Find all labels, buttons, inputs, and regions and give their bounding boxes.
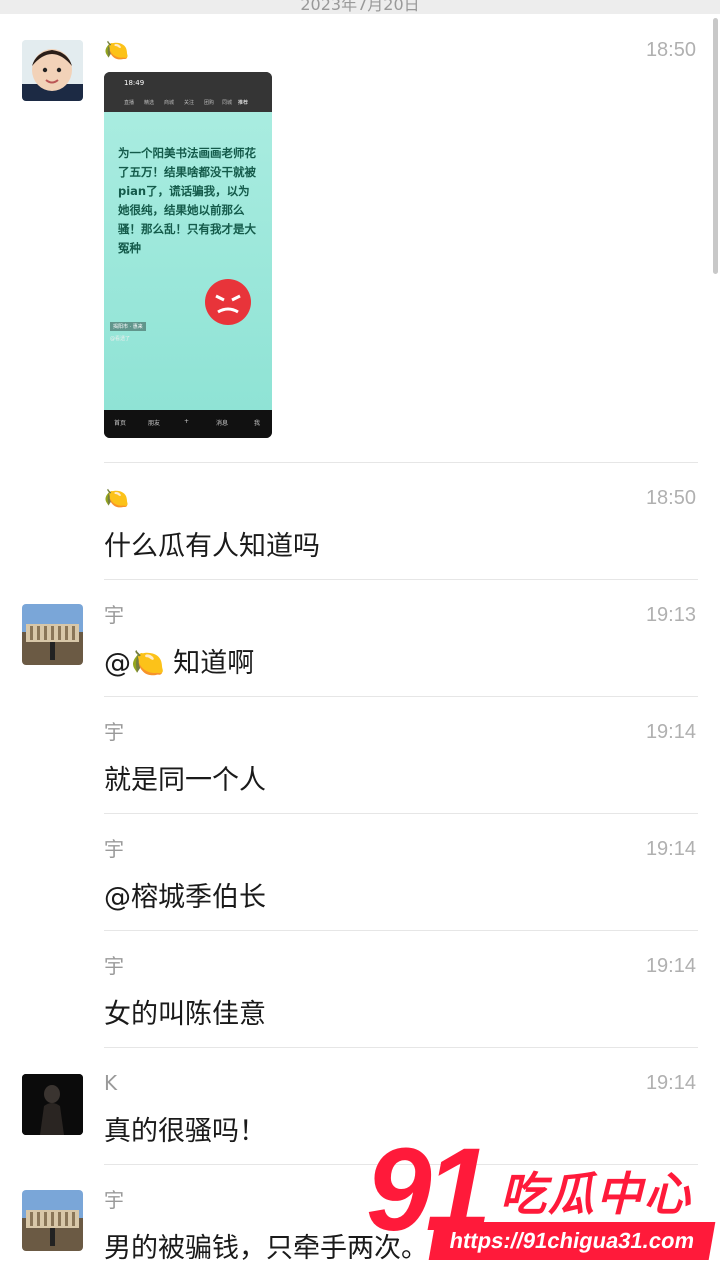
nav-item: + bbox=[184, 418, 190, 425]
message-time: 19:14 bbox=[645, 1072, 696, 1094]
divider bbox=[104, 813, 698, 814]
avatar[interactable] bbox=[22, 40, 83, 101]
chat-message: 🍋 18:50 bbox=[104, 38, 696, 68]
tab: 精选 bbox=[144, 100, 155, 106]
location-tag: 揭阳市 · 惠来 bbox=[110, 322, 146, 331]
chat-message: 宇 19:13 @🍋 知道啊 bbox=[104, 603, 696, 683]
video-caption: @看透了 bbox=[110, 336, 131, 342]
scrollbar[interactable] bbox=[713, 18, 718, 274]
chat-message: 宇 19:14 就是同一个人 bbox=[104, 720, 696, 800]
tab: 直播 bbox=[124, 100, 135, 106]
sender-name: 宇 bbox=[104, 837, 124, 861]
avatar[interactable] bbox=[22, 1074, 83, 1135]
nav-item: 消息 bbox=[216, 420, 229, 427]
video-bottom-nav: 首页 朋友 + 消息 我 bbox=[104, 410, 272, 438]
angry-face-icon bbox=[205, 279, 251, 325]
sender-name: 宇 bbox=[104, 603, 124, 627]
watermark-url: https://91chigua31.com bbox=[428, 1222, 716, 1260]
avatar[interactable] bbox=[22, 604, 83, 665]
watermark-name: 吃瓜中心 bbox=[500, 1167, 692, 1221]
message-time: 19:14 bbox=[645, 721, 696, 743]
video-headline: 为一个阳美书法画画老师花了五万！结果啥都没干就被pian了，谎话骗我，以为她很纯… bbox=[118, 146, 256, 255]
sender-name: 宇 bbox=[104, 720, 124, 744]
nav-item: 朋友 bbox=[148, 420, 161, 427]
message-time: 19:14 bbox=[645, 838, 696, 860]
tab: 团购 bbox=[204, 100, 215, 106]
tab: 同城 bbox=[222, 100, 233, 106]
message-time: 18:50 bbox=[645, 487, 696, 509]
status-time: 18:49 bbox=[124, 79, 145, 87]
sender-name: 宇 bbox=[104, 1188, 124, 1212]
tab: 推荐 bbox=[238, 100, 249, 106]
nav-item: 首页 bbox=[114, 420, 127, 427]
message-time: 18:50 bbox=[645, 39, 696, 61]
divider bbox=[104, 579, 698, 580]
message-text: @🍋 知道啊 bbox=[104, 648, 255, 679]
divider bbox=[104, 1047, 698, 1048]
divider bbox=[104, 930, 698, 931]
status-bar: 18:49 bbox=[104, 72, 272, 94]
date-label: 2023年7月20日 bbox=[300, 0, 420, 14]
divider bbox=[104, 696, 698, 697]
message-text: 就是同一个人 bbox=[104, 765, 266, 796]
nav-item: 我 bbox=[254, 420, 261, 427]
sender-name: 🍋 bbox=[104, 38, 129, 62]
tab: 商城 bbox=[164, 100, 175, 106]
watermark-logo: 91 吃瓜中心 https://91chigua31.com bbox=[360, 1124, 720, 1268]
message-time: 19:14 bbox=[645, 955, 696, 977]
message-text: 什么瓜有人知道吗 bbox=[104, 531, 320, 562]
video-tabs: 直播 精选 商城 关注 团购 同城 推荐 bbox=[104, 94, 272, 112]
message-time: 19:13 bbox=[645, 604, 696, 626]
divider bbox=[104, 462, 698, 463]
date-header: 2023年7月20日 bbox=[0, 0, 720, 14]
message-text: 女的叫陈佳意 bbox=[104, 999, 266, 1030]
chat-message: 🍋 18:50 什么瓜有人知道吗 bbox=[104, 486, 696, 566]
chat-message: 宇 19:14 女的叫陈佳意 bbox=[104, 954, 696, 1034]
message-text: @榕城季伯长 bbox=[104, 882, 266, 913]
sender-name: 宇 bbox=[104, 954, 124, 978]
sender-name: 🍋 bbox=[104, 486, 129, 510]
sender-name: K bbox=[104, 1071, 118, 1095]
avatar[interactable] bbox=[22, 1190, 83, 1251]
message-text: 真的很骚吗！ bbox=[104, 1116, 266, 1147]
tab: 关注 bbox=[184, 100, 195, 106]
shared-video-screenshot[interactable]: 18:49 直播 精选 商城 关注 团购 同城 推荐 为一个阳美书法画画老师花了… bbox=[104, 72, 272, 438]
chat-message: 宇 19:14 @榕城季伯长 bbox=[104, 837, 696, 917]
